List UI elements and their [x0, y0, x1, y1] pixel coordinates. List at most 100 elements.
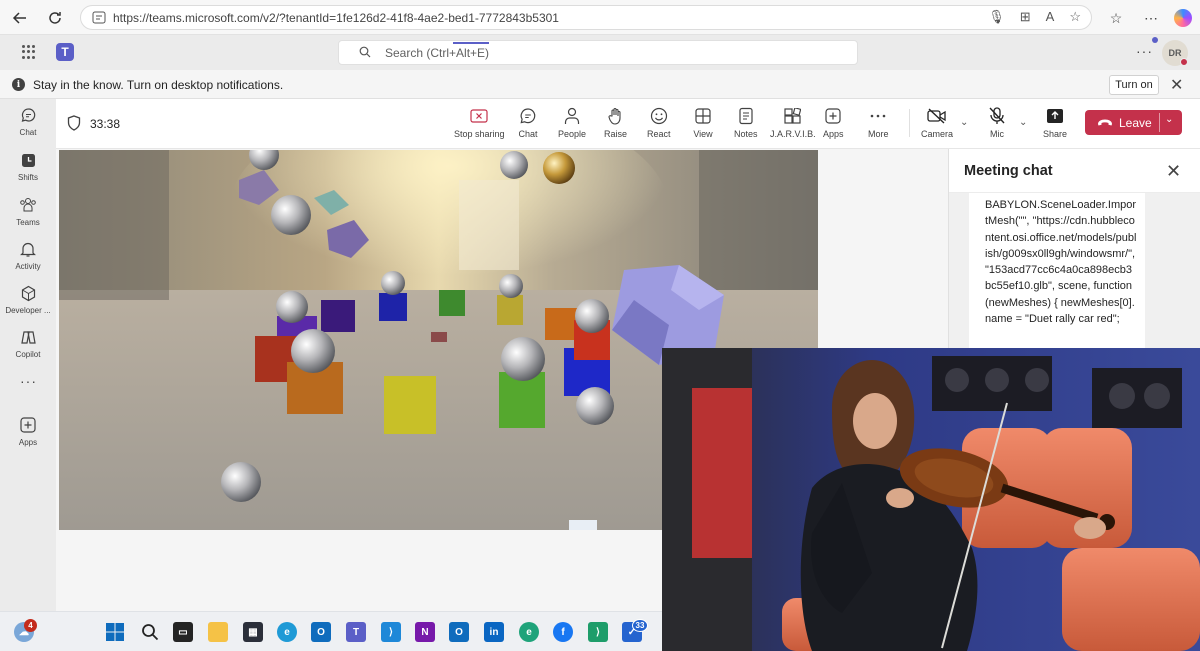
leave-options-chevron-icon[interactable]: ⌄	[1165, 114, 1173, 125]
turn-on-button[interactable]: Turn on	[1109, 75, 1159, 95]
mic-label: Mic	[990, 129, 1004, 139]
participant-video[interactable]	[662, 348, 1200, 651]
stop-sharing-button[interactable]: Stop sharing	[454, 106, 505, 139]
view-label: View	[693, 129, 713, 139]
rail-item-activity[interactable]: Activity	[0, 240, 56, 271]
chat-icon	[19, 106, 37, 124]
favorite-star-icon[interactable]: ☆	[1069, 9, 1081, 25]
bell-icon	[19, 240, 37, 258]
outlook-icon[interactable]: O	[311, 622, 331, 642]
rail-item-chat[interactable]: Chat	[0, 106, 56, 137]
chat-label: Chat	[518, 129, 538, 139]
store-icon[interactable]: ▦	[243, 622, 263, 642]
shifts-icon	[19, 151, 37, 169]
weather-badge: 4	[24, 619, 37, 632]
search-placeholder: Search (Ctrl+Alt+E)	[385, 45, 490, 60]
edge-icon[interactable]: e	[277, 622, 297, 642]
facebook-icon[interactable]: f	[553, 622, 573, 642]
more-label: More	[868, 129, 889, 139]
app-blocks-icon	[783, 106, 803, 126]
jarvis-app-button[interactable]: J.A.R.V.I.B.	[770, 106, 816, 139]
camera-button[interactable]: Camera	[921, 106, 953, 139]
person-icon	[562, 106, 582, 126]
avatar-initials: DR	[1168, 48, 1182, 58]
search-icon[interactable]	[140, 622, 160, 642]
raise-label: Raise	[604, 129, 628, 139]
hang-up-phone-icon	[1098, 119, 1112, 126]
mic-button[interactable]: Mic	[987, 106, 1007, 139]
camera-options-chevron-icon[interactable]: ⌄	[960, 117, 968, 128]
copilot-browser-icon[interactable]	[1172, 7, 1194, 29]
chat-button[interactable]: Chat	[518, 106, 538, 139]
developer-icon	[19, 284, 37, 302]
notification-dot	[1152, 37, 1158, 43]
notification-banner: i Stay in the know. Turn on desktop noti…	[0, 70, 1200, 99]
edge-dev-icon[interactable]: e	[519, 622, 539, 642]
rail-item-apps[interactable]: Apps	[0, 416, 56, 447]
favorites-icon[interactable]: ☆	[1105, 7, 1127, 29]
notes-label: Notes	[734, 129, 758, 139]
more-apps-icon[interactable]: ···	[20, 373, 37, 389]
todo-badge: 33	[632, 619, 648, 632]
meeting-toolbar: 33:38 Stop sharing Chat People Raise Rea…	[56, 99, 1200, 149]
leave-button[interactable]: Leave ⌄	[1085, 110, 1182, 135]
address-bar[interactable]: https://teams.microsoft.com/v2/?tenantId…	[80, 5, 1092, 30]
share-tray-icon	[1045, 106, 1065, 126]
notes-icon	[736, 106, 756, 126]
windows-taskbar: ☁ 4 ▭ ▦ e O T ⟩ N O in e f ⟩ ✓ 33	[0, 611, 662, 651]
settings-more-icon[interactable]: ···	[1136, 43, 1153, 59]
jarvis-label: J.A.R.V.I.B.	[770, 129, 816, 139]
read-aloud-icon[interactable]: A	[1046, 9, 1055, 25]
rail-label: Developer ...	[5, 306, 51, 315]
back-arrow-icon[interactable]	[9, 7, 31, 29]
shield-icon	[67, 115, 81, 131]
mic-off-icon	[987, 106, 1007, 126]
browser-menu-icon[interactable]: ⋯	[1140, 7, 1162, 29]
refresh-icon[interactable]	[44, 7, 66, 29]
apps-button[interactable]: Apps	[823, 106, 844, 139]
outlook-new-icon[interactable]: O	[449, 622, 469, 642]
site-info-icon[interactable]	[92, 11, 106, 24]
search-input[interactable]: Search (Ctrl+Alt+E)	[338, 40, 858, 65]
chat-selected-indicator	[453, 42, 489, 44]
chat-header: Meeting chat ✕	[949, 149, 1200, 193]
grid-view-icon	[693, 106, 713, 126]
share-button[interactable]: Share	[1043, 106, 1067, 139]
file-explorer-icon[interactable]	[208, 622, 228, 642]
hand-icon	[606, 106, 626, 126]
teams-taskbar-icon[interactable]: T	[346, 622, 366, 642]
people-button[interactable]: People	[558, 106, 586, 139]
close-chat-icon[interactable]: ✕	[1166, 161, 1181, 182]
onenote-icon[interactable]: N	[415, 622, 435, 642]
share-label: Share	[1043, 129, 1068, 139]
rail-item-copilot[interactable]: Copilot	[0, 328, 56, 359]
mic-options-chevron-icon[interactable]: ⌄	[1019, 117, 1027, 128]
stop-sharing-label: Stop sharing	[454, 129, 505, 139]
rail-item-developer[interactable]: Developer ...	[0, 284, 56, 315]
app-launcher-icon[interactable]	[22, 45, 36, 59]
chat-icon	[518, 106, 538, 126]
linkedin-icon[interactable]: in	[484, 622, 504, 642]
react-button[interactable]: React	[647, 106, 671, 139]
task-view-icon[interactable]: ▭	[173, 622, 193, 642]
notes-button[interactable]: Notes	[734, 106, 758, 139]
app-available-icon[interactable]: ⊞	[1020, 9, 1031, 25]
rail-item-shifts[interactable]: Shifts	[0, 151, 56, 182]
presence-status-icon	[1180, 58, 1188, 66]
people-label: People	[558, 129, 587, 139]
rail-item-teams[interactable]: Teams	[0, 196, 56, 227]
emoji-icon	[649, 106, 669, 126]
close-icon[interactable]: ✕	[1170, 75, 1183, 95]
more-button[interactable]: More	[868, 106, 889, 139]
raise-hand-button[interactable]: Raise	[604, 106, 627, 139]
vscode-icon[interactable]: ⟩	[381, 622, 401, 642]
microphone-icon[interactable]: 🎙	[988, 9, 1005, 25]
view-button[interactable]: View	[693, 106, 713, 139]
vscode-insiders-icon[interactable]: ⟩	[588, 622, 608, 642]
react-label: React	[647, 129, 671, 139]
teams-logo-icon: T	[56, 43, 74, 61]
plus-icon	[823, 106, 843, 126]
rail-label: Copilot	[15, 350, 41, 359]
windows-start-icon[interactable]	[105, 622, 125, 642]
url-text: https://teams.microsoft.com/v2/?tenantId…	[113, 10, 559, 25]
